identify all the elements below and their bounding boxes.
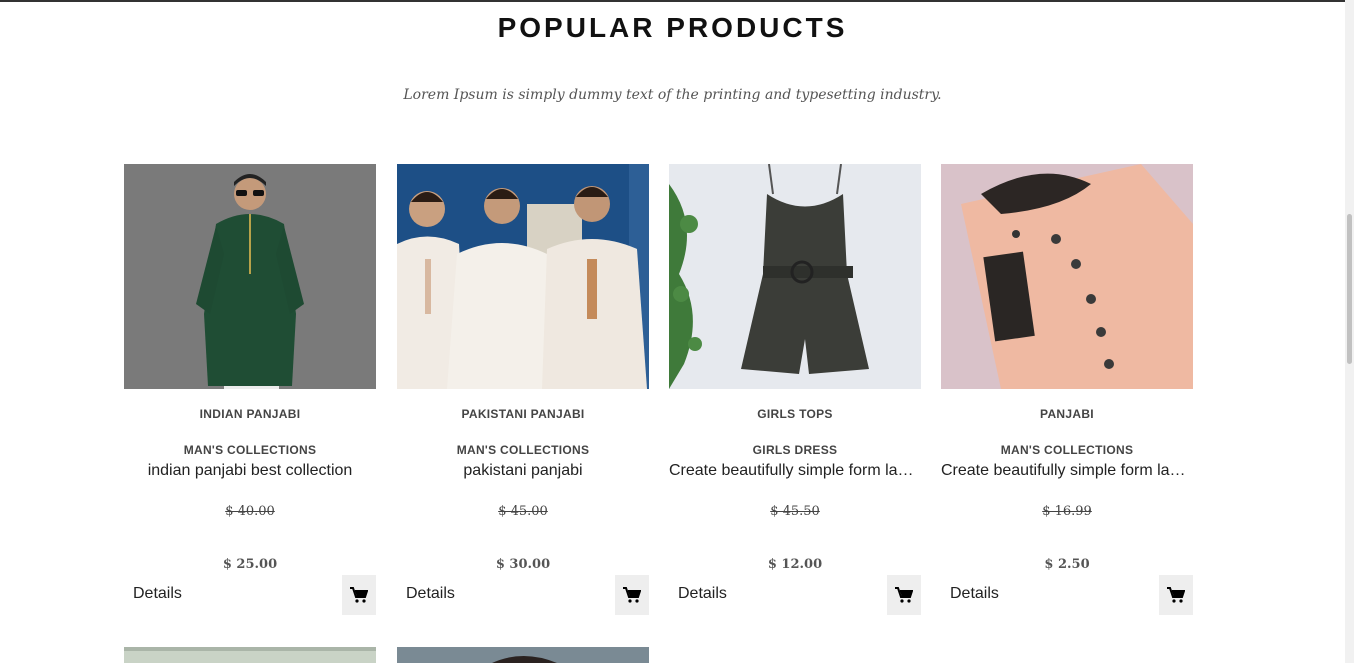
product-name: GIRLS TOPS bbox=[757, 407, 833, 421]
product-name: PANJABI bbox=[1040, 407, 1094, 421]
sale-price: $ 2.50 bbox=[1044, 557, 1090, 572]
product-image-partial[interactable] bbox=[397, 647, 649, 663]
sale-price: $ 25.00 bbox=[222, 557, 278, 572]
add-to-cart-button[interactable] bbox=[615, 575, 649, 615]
product-image[interactable] bbox=[669, 164, 921, 389]
add-to-cart-button[interactable] bbox=[1159, 575, 1193, 615]
details-link[interactable]: Details bbox=[133, 585, 182, 603]
product-image[interactable] bbox=[124, 164, 376, 389]
add-to-cart-button[interactable] bbox=[887, 575, 921, 615]
scrollbar-thumb[interactable] bbox=[1347, 214, 1352, 364]
product-category: MAN'S COLLECTIONS bbox=[456, 443, 590, 457]
product-category: MAN'S COLLECTIONS bbox=[183, 443, 317, 457]
product-description: pakistani panjabi bbox=[463, 462, 583, 479]
product-category: MAN'S COLLECTIONS bbox=[1000, 443, 1134, 457]
product-description: indian panjabi best collection bbox=[147, 462, 353, 479]
page-scrollbar[interactable] bbox=[1345, 0, 1354, 663]
add-to-cart-button[interactable] bbox=[342, 575, 376, 615]
product-card: GIRLS TOPS GIRLS DRESS Create beautifull… bbox=[669, 164, 921, 616]
product-description: Create beautifully simple form labels bbox=[669, 462, 921, 479]
old-price: $ 45.00 bbox=[498, 504, 548, 519]
product-image-partial[interactable] bbox=[124, 647, 376, 663]
sale-price: $ 12.00 bbox=[767, 557, 823, 572]
section-subtitle: Lorem Ipsum is simply dummy text of the … bbox=[403, 87, 942, 103]
section-title: POPULAR PRODUCTS bbox=[497, 12, 848, 43]
product-card: INDIAN PANJABI MAN'S COLLECTIONS indian … bbox=[124, 164, 376, 616]
product-image[interactable] bbox=[397, 164, 649, 389]
product-name: INDIAN PANJABI bbox=[199, 407, 301, 421]
shopping-cart-icon bbox=[350, 587, 368, 603]
details-link[interactable]: Details bbox=[950, 585, 999, 603]
details-link[interactable]: Details bbox=[678, 585, 727, 603]
details-link[interactable]: Details bbox=[406, 585, 455, 603]
old-price: $ 16.99 bbox=[1042, 504, 1092, 519]
sale-price: $ 30.00 bbox=[495, 557, 551, 572]
product-name: PAKISTANI PANJABI bbox=[461, 407, 585, 421]
product-description: Create beautifully simple form labels bbox=[941, 462, 1193, 479]
shopping-cart-icon bbox=[895, 587, 913, 603]
product-card: PANJABI MAN'S COLLECTIONS Create beautif… bbox=[941, 164, 1193, 616]
shopping-cart-icon bbox=[623, 587, 641, 603]
product-card: PAKISTANI PANJABI MAN'S COLLECTIONS paki… bbox=[397, 164, 649, 616]
old-price: $ 40.00 bbox=[225, 504, 275, 519]
old-price: $ 45.50 bbox=[770, 504, 820, 519]
top-divider bbox=[0, 0, 1345, 2]
product-image[interactable] bbox=[941, 164, 1193, 389]
product-category: GIRLS DRESS bbox=[752, 443, 838, 457]
shopping-cart-icon bbox=[1167, 587, 1185, 603]
